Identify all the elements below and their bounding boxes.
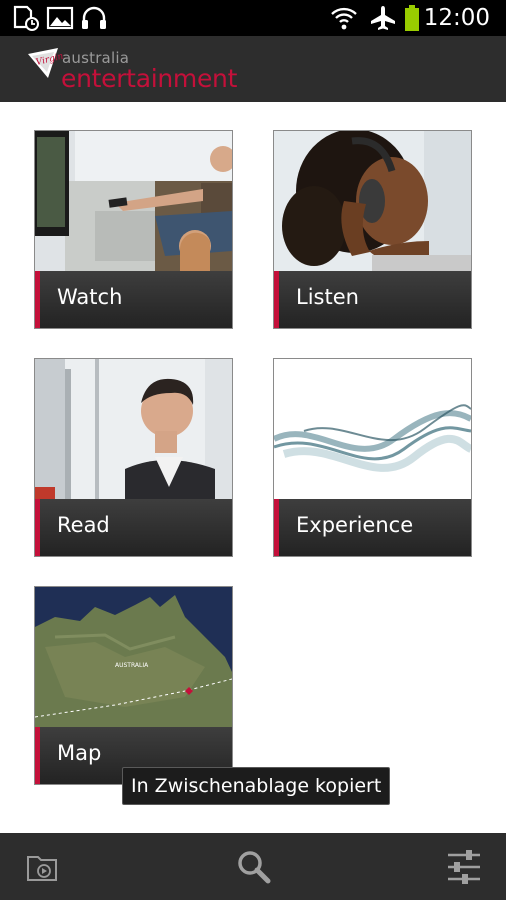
virgin-logo-icon: Virgin	[26, 44, 66, 84]
settings-sliders-icon[interactable]	[444, 847, 484, 887]
brand-main-label: entertainment	[61, 64, 238, 93]
status-time: 12:00	[423, 5, 490, 31]
listen-label-bar: Listen	[274, 271, 471, 328]
map-photo: AUSTRALIA	[35, 587, 232, 727]
video-folder-icon[interactable]	[24, 847, 64, 887]
listen-label: Listen	[296, 285, 359, 309]
bottom-action-bar	[0, 833, 506, 900]
map-label: Map	[57, 741, 102, 765]
accent-stripe	[274, 499, 279, 556]
status-bar: 12:00	[0, 0, 506, 36]
watch-label: Watch	[57, 285, 123, 309]
experience-tile[interactable]: Experience	[273, 358, 472, 557]
experience-label-bar: Experience	[274, 499, 471, 556]
read-label-bar: Read	[35, 499, 232, 556]
listen-photo	[274, 131, 471, 271]
accent-stripe	[35, 727, 40, 784]
toast-message: In Zwischenablage kopiert	[122, 767, 391, 805]
accent-stripe	[35, 499, 40, 556]
battery-icon	[404, 5, 420, 31]
watch-label-bar: Watch	[35, 271, 232, 328]
map-tile[interactable]: AUSTRALIA Map	[34, 586, 233, 785]
watch-tile[interactable]: Watch	[34, 130, 233, 329]
read-tile[interactable]: Read	[34, 358, 233, 557]
watch-photo	[35, 131, 232, 271]
sd-card-icon	[12, 5, 40, 31]
experience-photo	[274, 359, 471, 499]
experience-label: Experience	[296, 513, 414, 537]
wifi-icon	[330, 5, 358, 31]
read-label: Read	[57, 513, 110, 537]
accent-stripe	[35, 271, 40, 328]
read-photo	[35, 359, 232, 499]
airplane-icon	[368, 5, 398, 31]
image-icon	[46, 5, 74, 31]
map-region-label: AUSTRALIA	[115, 662, 149, 669]
search-icon[interactable]	[234, 847, 274, 887]
app-header: Virgin australia entertainment	[0, 36, 506, 102]
headphones-icon	[80, 5, 108, 31]
listen-tile[interactable]: Listen	[273, 130, 472, 329]
accent-stripe	[274, 271, 279, 328]
